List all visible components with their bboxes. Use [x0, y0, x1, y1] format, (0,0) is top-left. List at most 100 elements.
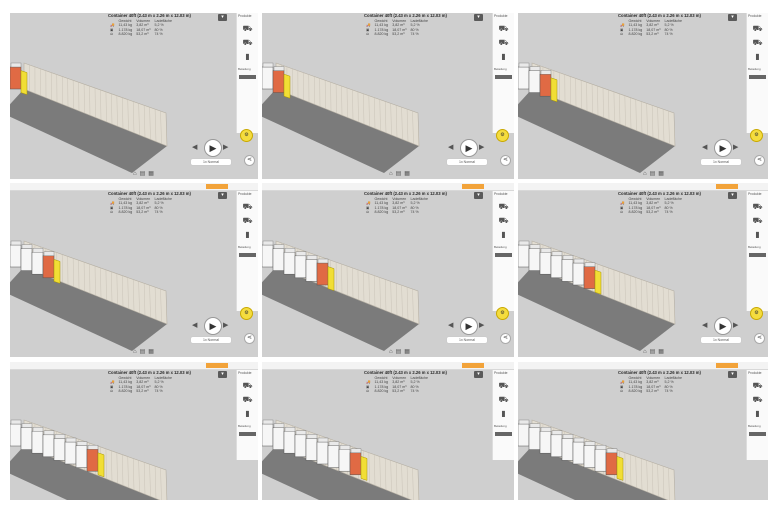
table-row: ⚖ 8.820 kg 53,2 m³ 74 % — [110, 32, 163, 37]
panel-bar[interactable] — [239, 432, 256, 436]
van-icon[interactable]: ⛟ — [752, 217, 764, 225]
play-button[interactable]: ▶ — [460, 139, 478, 157]
van-icon[interactable]: ⛟ — [498, 396, 510, 404]
van-icon[interactable]: ⛟ — [242, 39, 254, 47]
speed-selector[interactable]: 1x Normal — [700, 158, 742, 166]
rewind-icon[interactable]: ◀ — [702, 143, 707, 151]
panel-bar[interactable] — [495, 253, 512, 257]
speed-selector[interactable]: 1x Normal — [190, 336, 232, 344]
truck-icon[interactable]: ⛟ — [752, 25, 764, 33]
bottom-toolbar-icons[interactable]: ⌂▤▦ — [133, 170, 157, 177]
truck-icon[interactable]: ⛟ — [242, 25, 254, 33]
settings-icon[interactable]: ⚙ — [750, 307, 763, 320]
van-icon[interactable]: ⛟ — [498, 217, 510, 225]
panel-bar[interactable] — [495, 75, 512, 79]
playback-controls: ◀ ▶ ▶ 1x Normal — [446, 317, 490, 344]
bottom-toolbar-icons[interactable]: ⌂▤▦ — [389, 170, 413, 177]
bottle-icon[interactable]: ▮ — [752, 231, 764, 239]
bottle-icon[interactable]: ▮ — [498, 53, 510, 61]
share-icon[interactable]: ⋖ — [500, 155, 511, 166]
truck-icon[interactable]: ⛟ — [752, 382, 764, 390]
speed-selector[interactable]: 1x Normal — [190, 158, 232, 166]
collapse-info-button[interactable]: ▾ — [218, 14, 227, 21]
panel-bar[interactable] — [239, 253, 256, 257]
van-icon[interactable]: ⛟ — [752, 396, 764, 404]
share-icon[interactable]: ⋖ — [754, 333, 765, 344]
bottom-toolbar-icons[interactable]: ⌂▤▦ — [643, 348, 667, 355]
bottle-icon[interactable]: ▮ — [242, 410, 254, 418]
collapse-info-button[interactable]: ▾ — [474, 192, 483, 199]
collapse-info-button[interactable]: ▾ — [218, 192, 227, 199]
bottom-toolbar-icons[interactable]: ⌂▤▦ — [133, 348, 157, 355]
weight-icon: ⚖ — [110, 389, 114, 394]
play-button[interactable]: ▶ — [460, 317, 478, 335]
forward-icon[interactable]: ▶ — [223, 143, 228, 151]
bottle-icon[interactable]: ▮ — [242, 53, 254, 61]
share-icon[interactable]: ⋖ — [244, 155, 255, 166]
collapse-info-button[interactable]: ▾ — [728, 14, 737, 21]
play-button[interactable]: ▶ — [204, 139, 222, 157]
van-icon[interactable]: ⛟ — [242, 217, 254, 225]
bottom-toolbar-icons[interactable]: ⌂▤▦ — [643, 170, 667, 177]
share-icon[interactable]: ⋖ — [244, 333, 255, 344]
container-info-panel: Container 40ft (2.43 m x 2.26 m x 12.03 … — [364, 191, 447, 215]
bottle-icon[interactable]: ▮ — [752, 53, 764, 61]
van-icon[interactable]: ⛟ — [498, 39, 510, 47]
speed-selector[interactable]: 1x Normal — [446, 336, 488, 344]
settings-icon[interactable]: ⚙ — [750, 129, 763, 142]
right-side-panel: Produkte ⛟ ⛟ ▮ Beladung — [746, 370, 768, 460]
rewind-icon[interactable]: ◀ — [702, 321, 707, 329]
truck-icon[interactable]: ⛟ — [242, 382, 254, 390]
settings-icon[interactable]: ⚙ — [496, 129, 509, 142]
truck-icon[interactable]: ⛟ — [752, 203, 764, 211]
panel-bar[interactable] — [749, 432, 766, 436]
bottle-icon[interactable]: ▮ — [498, 410, 510, 418]
speed-selector[interactable]: 1x Normal — [446, 158, 488, 166]
right-side-panel: Produkte ⛟ ⛟ ▮ Beladung — [492, 13, 514, 133]
collapse-info-button[interactable]: ▾ — [474, 371, 483, 378]
collapse-info-button[interactable]: ▾ — [474, 14, 483, 21]
truck-icon[interactable]: ⛟ — [242, 203, 254, 211]
rewind-icon[interactable]: ◀ — [448, 143, 453, 151]
play-button[interactable]: ▶ — [714, 139, 732, 157]
truck-icon[interactable]: ⛟ — [498, 25, 510, 33]
forward-icon[interactable]: ▶ — [479, 321, 484, 329]
forward-icon[interactable]: ▶ — [733, 321, 738, 329]
van-icon[interactable]: ⛟ — [752, 39, 764, 47]
cargo-box-top — [529, 244, 541, 249]
forward-icon[interactable]: ▶ — [733, 143, 738, 151]
collapse-info-button[interactable]: ▾ — [728, 192, 737, 199]
bottle-icon[interactable]: ▮ — [752, 410, 764, 418]
bottle-icon[interactable]: ▮ — [242, 231, 254, 239]
right-side-panel: Produkte ⛟ ⛟ ▮ Beladung — [492, 370, 514, 460]
forward-icon[interactable]: ▶ — [223, 321, 228, 329]
cargo-box-top — [595, 444, 607, 450]
play-button[interactable]: ▶ — [714, 317, 732, 335]
panel-bar[interactable] — [749, 253, 766, 257]
share-icon[interactable]: ⋖ — [754, 155, 765, 166]
rewind-icon[interactable]: ◀ — [192, 321, 197, 329]
settings-icon[interactable]: ⚙ — [240, 129, 253, 142]
share-icon[interactable]: ⋖ — [500, 333, 511, 344]
rewind-icon[interactable]: ◀ — [192, 143, 197, 151]
panel-bar[interactable] — [495, 432, 512, 436]
bottom-toolbar-icons[interactable]: ⌂▤▦ — [389, 348, 413, 355]
bottle-icon[interactable]: ▮ — [498, 231, 510, 239]
settings-icon[interactable]: ⚙ — [496, 307, 509, 320]
van-icon[interactable]: ⛟ — [242, 396, 254, 404]
forward-icon[interactable]: ▶ — [479, 143, 484, 151]
settings-icon[interactable]: ⚙ — [240, 307, 253, 320]
rewind-icon[interactable]: ◀ — [448, 321, 453, 329]
speed-selector[interactable]: 1x Normal — [700, 336, 742, 344]
panel-footer: Beladung — [494, 67, 507, 71]
truck-icon[interactable]: ⛟ — [498, 203, 510, 211]
cargo-stack — [262, 62, 285, 93]
play-button[interactable]: ▶ — [204, 317, 222, 335]
truck-icon[interactable]: ⛟ — [498, 382, 510, 390]
panel-bar[interactable] — [749, 75, 766, 79]
collapse-info-button[interactable]: ▾ — [218, 371, 227, 378]
collapse-info-button[interactable]: ▾ — [728, 371, 737, 378]
panel-bar[interactable] — [239, 75, 256, 79]
cargo-box — [316, 262, 329, 286]
cargo-box-top — [10, 419, 22, 425]
